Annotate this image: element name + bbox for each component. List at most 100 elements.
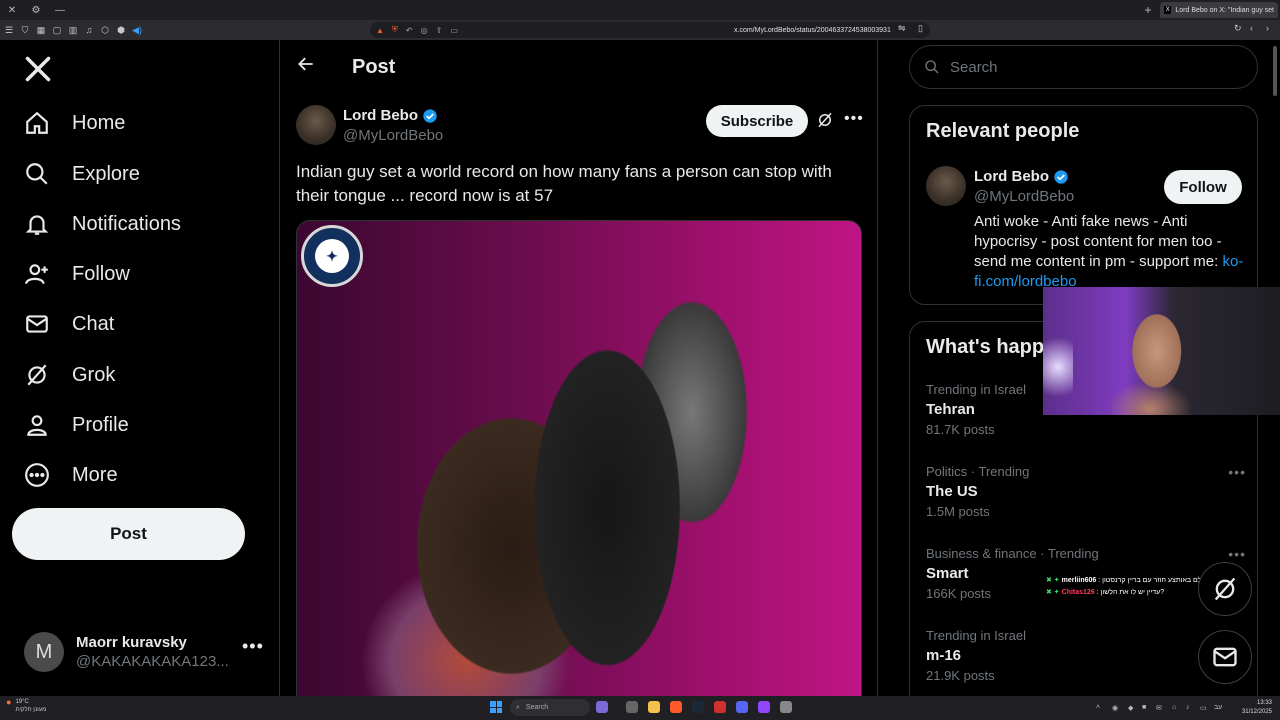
subscribe-button[interactable]: Subscribe (706, 105, 808, 137)
close-window-icon[interactable]: ✕ (0, 0, 24, 20)
forward-nav-icon[interactable]: › (1266, 23, 1269, 33)
nav-label-explore: Explore (72, 162, 140, 185)
file-explorer-icon[interactable] (648, 701, 660, 713)
trend-item[interactable]: Politics · Trending The US 1.5M posts ••… (926, 464, 1246, 519)
tray-app-icon[interactable]: ◆ (1128, 704, 1133, 712)
reload-icon[interactable]: ↻ (1234, 23, 1242, 34)
volume-icon[interactable]: ♪ (1186, 704, 1190, 711)
relevant-avatar[interactable] (926, 166, 966, 206)
trend-context: Politics · Trending (926, 464, 1030, 479)
taskbar-search[interactable]: ⌕ Search (510, 699, 590, 716)
weather-icon: ● (6, 697, 12, 707)
trend-more-icon[interactable]: ••• (1228, 464, 1246, 480)
taskview-icon[interactable] (626, 701, 638, 713)
app-icon[interactable] (596, 701, 608, 713)
x-logo-icon[interactable] (24, 54, 52, 91)
settings-icon[interactable] (780, 701, 792, 713)
browser-tab-active[interactable]: X Lord Bebo on X: "Indian guy set (1160, 2, 1278, 18)
grok-float-button[interactable] (1198, 562, 1252, 616)
discord-icon[interactable] (736, 701, 748, 713)
tray-chevron-icon[interactable]: ˄ (1096, 704, 1100, 711)
minimize-icon[interactable]: — (48, 0, 72, 20)
x-favicon-icon: X (1164, 6, 1172, 14)
guinness-logo: ✦ (301, 225, 363, 287)
trend-topic: The US (926, 483, 978, 500)
tray-app-icon[interactable]: ■ (1142, 704, 1146, 711)
nav-home[interactable]: Home (22, 103, 272, 143)
taskbar-clock[interactable]: 13:33 31/12/2025 (1240, 699, 1272, 717)
scrollbar[interactable] (1273, 46, 1277, 96)
author-name[interactable]: Lord Bebo (343, 107, 438, 124)
brave-shield-icon[interactable]: ⛨ (392, 25, 398, 35)
network-icon[interactable]: ⌂ (1172, 704, 1176, 711)
nav-follow[interactable]: Follow (22, 254, 272, 294)
relevant-bio-text: Anti woke - Anti fake news - Anti hypocr… (974, 213, 1222, 270)
music-icon[interactable]: ♫ (82, 23, 96, 37)
search-input[interactable]: Search (909, 45, 1258, 89)
shield-icon[interactable]: ⛉ (18, 23, 32, 37)
address-bar[interactable]: ▲ ⛨ ↶ ◎ ⇪ ▭ x.com/MyLordBebo/status/2004… (370, 22, 930, 38)
back-nav-icon[interactable]: ‹ (1250, 23, 1253, 33)
trend-count: 1.5M posts (926, 504, 990, 519)
app-icon[interactable] (714, 701, 726, 713)
audio-icon[interactable]: ◀) (130, 23, 144, 37)
tray-app-icon[interactable]: ✉ (1156, 704, 1162, 712)
trend-count: 81.7K posts (926, 422, 995, 437)
account-more-icon[interactable]: ••• (242, 636, 264, 657)
nav-profile[interactable]: Profile (22, 405, 272, 445)
nav-chat[interactable]: Chat (22, 304, 272, 344)
post-more-icon[interactable]: ••• (844, 110, 864, 128)
nav-grok[interactable]: Grok (22, 355, 272, 395)
grok-explain-icon[interactable] (816, 111, 834, 134)
tweet-text: Indian guy set a world record on how man… (296, 162, 832, 205)
reader-icon[interactable]: ⇋ (898, 23, 906, 34)
weather-widget[interactable]: ● 19°C מעונן חלקית (6, 698, 46, 714)
nav-explore[interactable]: Explore (22, 154, 272, 194)
nav-label-chat: Chat (72, 312, 115, 335)
translate-icon[interactable]: ◎ (421, 26, 428, 35)
grid-icon[interactable]: ▦ (34, 23, 48, 37)
nav-more[interactable]: More (22, 455, 272, 495)
account-handle: @KAKAKAKAKA123... (76, 653, 229, 670)
brave-browser-icon[interactable] (670, 701, 682, 713)
messages-float-button[interactable] (1198, 630, 1252, 684)
nav-label-grok: Grok (72, 363, 116, 386)
relevant-handle[interactable]: @MyLordBebo (974, 188, 1074, 205)
new-tab-button[interactable]: + (1140, 0, 1156, 20)
share-icon[interactable]: ⇪ (436, 26, 443, 35)
sidebar-icon[interactable]: ▥ (66, 23, 80, 37)
search-placeholder: Search (950, 58, 998, 76)
chat-badge-icon: ✖ ✦ (1046, 589, 1060, 596)
screen-icon[interactable]: ▭ (450, 26, 458, 35)
history-icon[interactable]: ↶ (406, 26, 413, 35)
post-button[interactable]: Post (12, 508, 245, 560)
steam-icon[interactable] (692, 701, 704, 713)
extension-icon[interactable]: ⬡ (98, 23, 112, 37)
language-icon[interactable]: עב (1214, 704, 1222, 711)
author-handle[interactable]: @MyLordBebo (343, 127, 443, 144)
account-switcher[interactable]: M Maorr kuravsky @KAKAKAKAKA123... ••• (24, 628, 274, 676)
chat-message: ✖ ✦ merliin606 : אחד שעלקולם באותצע חוזר… (1046, 575, 1247, 587)
trend-more-icon[interactable]: ••• (1228, 546, 1246, 562)
app-icon[interactable] (758, 701, 770, 713)
menu-icon[interactable]: ☰ (2, 23, 16, 37)
settings-icon[interactable]: ⚙ (24, 0, 48, 20)
tray-app-icon[interactable]: ◉ (1112, 704, 1118, 712)
follow-button[interactable]: Follow (1164, 170, 1242, 204)
start-button[interactable] (490, 701, 502, 713)
relevant-name[interactable]: Lord Bebo (974, 168, 1069, 185)
bookmark-icon[interactable]: ▯ (918, 23, 923, 34)
author-avatar[interactable] (296, 105, 336, 145)
battery-icon[interactable]: ▭ (1200, 704, 1207, 712)
alert-icon[interactable]: ▲ (376, 26, 384, 35)
search-icon: ⌕ (516, 703, 520, 711)
relevant-people-title: Relevant people (926, 120, 1080, 142)
back-arrow-icon[interactable] (296, 54, 316, 80)
window-icon[interactable]: ▢ (50, 23, 64, 37)
nav-notifications[interactable]: Notifications (22, 204, 272, 244)
clock-time: 13:33 (1256, 700, 1272, 706)
puzzle-icon[interactable]: ⬢ (114, 23, 128, 37)
url-text[interactable]: x.com/MyLordBebo/status/2004633724538003… (734, 27, 891, 34)
tweet-video[interactable]: ✦ (296, 220, 862, 696)
weather-temp: 19°C (15, 699, 29, 705)
